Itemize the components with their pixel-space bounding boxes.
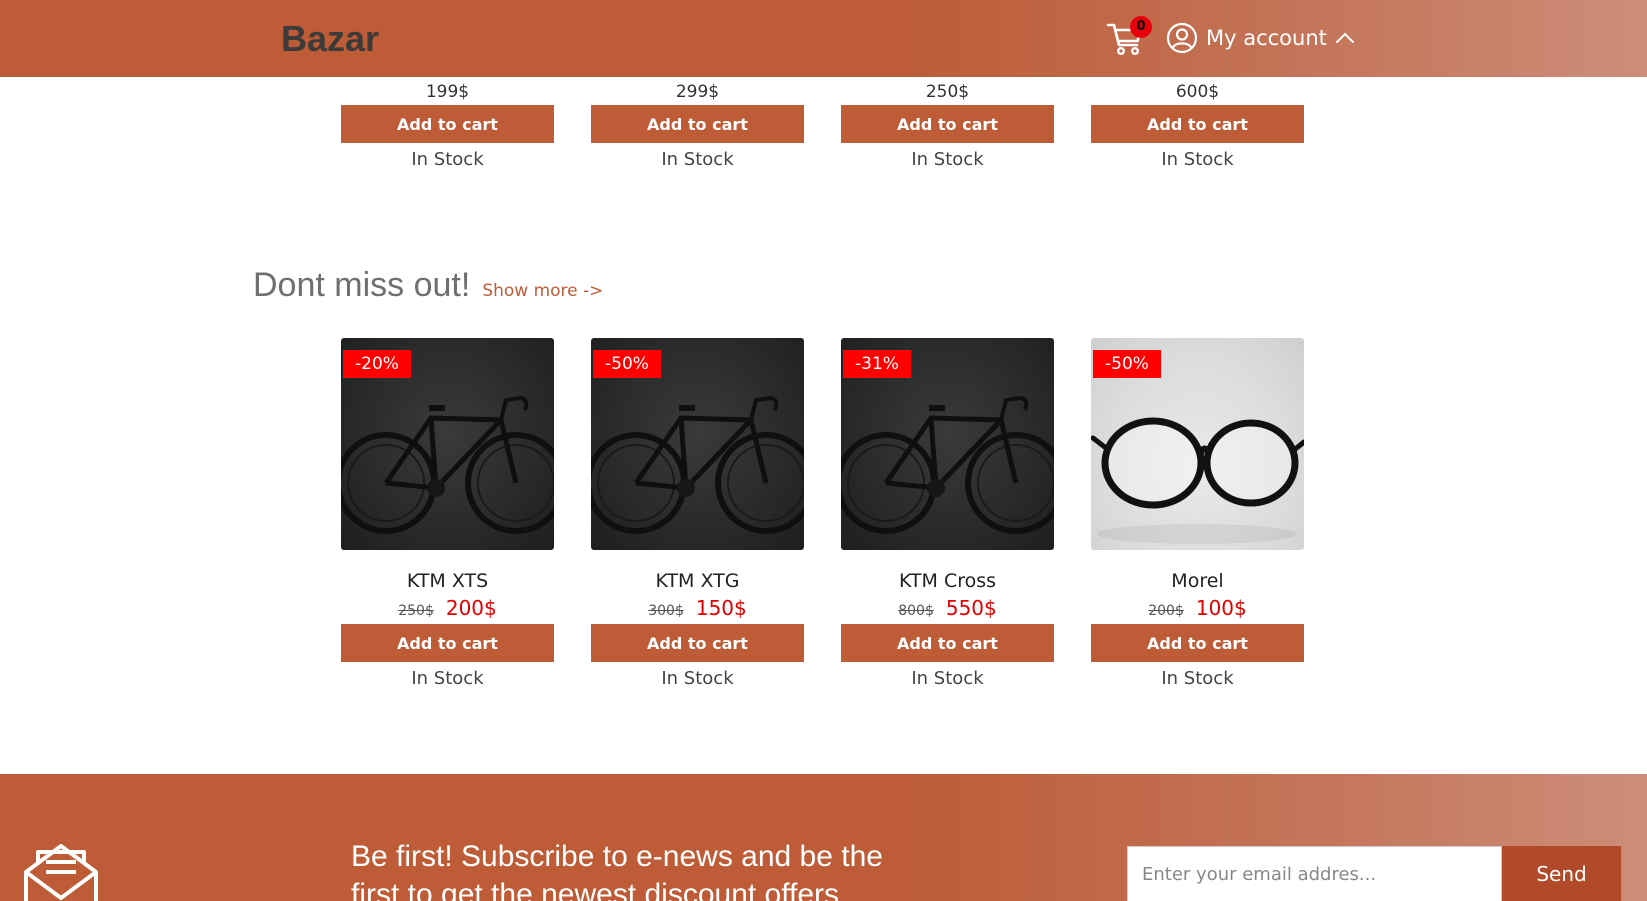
user-circle-icon bbox=[1166, 22, 1198, 54]
add-to-cart-button[interactable]: Add to cart bbox=[591, 105, 804, 143]
product-prices: 250$ 200$ bbox=[341, 596, 554, 620]
product-image[interactable]: -50% bbox=[591, 338, 804, 550]
product-card: 199$ Add to cart In Stock bbox=[341, 77, 554, 170]
product-card: 600$ Add to cart In Stock bbox=[1091, 77, 1304, 170]
product-name[interactable]: KTM Cross bbox=[841, 570, 1054, 592]
sale-price: 550$ bbox=[945, 596, 997, 620]
discount-badge: -20% bbox=[343, 350, 411, 378]
product-image[interactable]: -50% bbox=[1091, 338, 1304, 550]
product-image[interactable]: -20% bbox=[341, 338, 554, 550]
stock-status: In Stock bbox=[661, 149, 734, 170]
product-price: 299$ bbox=[675, 82, 720, 102]
subscribe-text: Be first! Subscribe to e-news and be the… bbox=[351, 840, 883, 901]
old-price: 250$ bbox=[398, 603, 434, 619]
add-to-cart-button[interactable]: Add to cart bbox=[841, 624, 1054, 662]
cart-count-badge: 0 bbox=[1130, 16, 1152, 38]
stock-status: In Stock bbox=[411, 668, 484, 689]
old-price: 800$ bbox=[898, 603, 934, 619]
stock-status: In Stock bbox=[1161, 149, 1234, 170]
site-header: Bazar 0 My account bbox=[0, 0, 1647, 77]
email-input[interactable] bbox=[1127, 846, 1502, 901]
discount-badge: -50% bbox=[593, 350, 661, 378]
product-name[interactable]: Morel bbox=[1091, 570, 1304, 592]
product-name[interactable]: KTM XTS bbox=[341, 570, 554, 592]
sale-product-card: -50% Morel 200$ 100$ Add to cart In Stoc… bbox=[1091, 338, 1304, 689]
discount-badge: -50% bbox=[1093, 350, 1161, 378]
stock-status: In Stock bbox=[661, 668, 734, 689]
add-to-cart-button[interactable]: Add to cart bbox=[341, 624, 554, 662]
product-prices: 800$ 550$ bbox=[841, 596, 1054, 620]
send-button[interactable]: Send bbox=[1502, 846, 1621, 901]
show-more-link[interactable]: Show more -> bbox=[482, 281, 603, 301]
product-price: 250$ bbox=[925, 82, 970, 102]
page: Bazar 0 My account 199$ Add to cart In S… bbox=[0, 0, 1647, 901]
sale-product-card: -31% KTM Cross 800$ 550$ Add to cart In … bbox=[841, 338, 1054, 689]
sale-price: 100$ bbox=[1195, 596, 1247, 620]
stock-status: In Stock bbox=[411, 149, 484, 170]
newsletter-footer: Be first! Subscribe to e-news and be the… bbox=[0, 774, 1647, 901]
add-to-cart-button[interactable]: Add to cart bbox=[341, 105, 554, 143]
my-account-menu[interactable]: My account bbox=[1166, 20, 1355, 56]
product-prices: 300$ 150$ bbox=[591, 596, 804, 620]
add-to-cart-button[interactable]: Add to cart bbox=[591, 624, 804, 662]
sale-product-card: -20% KTM XTS 250$ 200$ Add to cart In St… bbox=[341, 338, 554, 689]
product-price: 199$ bbox=[425, 82, 470, 102]
add-to-cart-button[interactable]: Add to cart bbox=[841, 105, 1054, 143]
sale-price: 200$ bbox=[445, 596, 497, 620]
mail-icon bbox=[24, 844, 98, 901]
add-to-cart-button[interactable]: Add to cart bbox=[1091, 624, 1304, 662]
product-prices: 200$ 100$ bbox=[1091, 596, 1304, 620]
add-to-cart-button[interactable]: Add to cart bbox=[1091, 105, 1304, 143]
product-card: 250$ Add to cart In Stock bbox=[841, 77, 1054, 170]
product-card: 299$ Add to cart In Stock bbox=[591, 77, 804, 170]
old-price: 300$ bbox=[648, 603, 684, 619]
stock-status: In Stock bbox=[911, 668, 984, 689]
my-account-label: My account bbox=[1206, 26, 1327, 50]
stock-status: In Stock bbox=[1161, 668, 1234, 689]
sale-section-heading: Dont miss out! Show more -> bbox=[253, 266, 603, 305]
chevron-up-icon bbox=[1335, 32, 1354, 43]
site-logo[interactable]: Bazar bbox=[281, 18, 379, 60]
sale-product-card: -50% KTM XTG 300$ 150$ Add to cart In St… bbox=[591, 338, 804, 689]
old-price: 200$ bbox=[1148, 603, 1184, 619]
section-title: Dont miss out! bbox=[253, 266, 471, 304]
cart-button[interactable]: 0 bbox=[1106, 16, 1152, 58]
stock-status: In Stock bbox=[911, 149, 984, 170]
product-image[interactable]: -31% bbox=[841, 338, 1054, 550]
discount-badge: -31% bbox=[843, 350, 911, 378]
product-name[interactable]: KTM XTG bbox=[591, 570, 804, 592]
sale-price: 150$ bbox=[695, 596, 747, 620]
product-price: 600$ bbox=[1175, 82, 1220, 102]
